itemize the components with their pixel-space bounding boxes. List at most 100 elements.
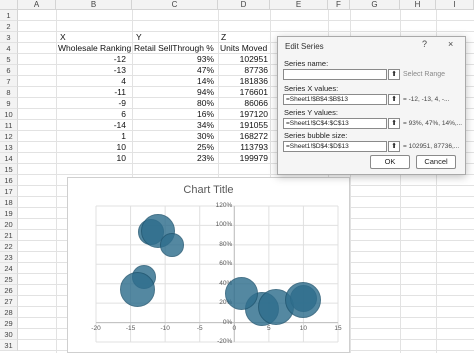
cell-d2[interactable]: Z: [221, 32, 226, 43]
row-header[interactable]: 16: [0, 175, 18, 186]
cell-c2[interactable]: Y: [136, 32, 142, 43]
bubble-point[interactable]: [160, 233, 184, 257]
select-range-hint: Select Range: [403, 71, 446, 78]
row-header[interactable]: 10: [0, 109, 18, 120]
table-cell[interactable]: 25%: [134, 142, 214, 153]
row-header[interactable]: 25: [0, 274, 18, 285]
row-header[interactable]: 19: [0, 208, 18, 219]
table-cell[interactable]: 113793: [220, 142, 268, 153]
bubble-chart[interactable]: Chart Title 120% 100% 80% 60% 40% 20% 0% -20% -2…: [67, 177, 350, 353]
row-header[interactable]: 22: [0, 241, 18, 252]
collapse-dialog-icon[interactable]: ⬆: [388, 69, 400, 80]
table-cell[interactable]: 1: [54, 131, 126, 142]
row-header[interactable]: 23: [0, 252, 18, 263]
row-header[interactable]: 24: [0, 263, 18, 274]
column-header-f[interactable]: F: [328, 0, 350, 10]
collapse-dialog-icon[interactable]: ⬆: [388, 141, 400, 152]
column-header-b[interactable]: B: [56, 0, 132, 10]
row-header[interactable]: 11: [0, 120, 18, 131]
table-cell[interactable]: -13: [54, 65, 126, 76]
edit-series-dialog[interactable]: Edit Series ? × Series name: ⬆ Select Ra…: [277, 36, 466, 175]
row-header[interactable]: 14: [0, 153, 18, 164]
row-header[interactable]: 7: [0, 76, 18, 87]
series-bubble-label: Series bubble size:: [284, 131, 348, 140]
row-header[interactable]: 28: [0, 307, 18, 318]
series-y-preview: = 93%, 47%, 14%,...: [403, 120, 463, 127]
row-header[interactable]: 2: [0, 21, 18, 32]
cell-b2[interactable]: X: [60, 32, 66, 43]
table-cell[interactable]: 6: [54, 109, 126, 120]
table-cell[interactable]: 181836: [220, 76, 268, 87]
cell-c3[interactable]: Retail SellThrough %: [134, 43, 214, 54]
table-cell[interactable]: 199979: [220, 153, 268, 164]
row-header[interactable]: 3: [0, 32, 18, 43]
row-header[interactable]: 18: [0, 197, 18, 208]
table-cell[interactable]: 197120: [220, 109, 268, 120]
table-cell[interactable]: -14: [54, 120, 126, 131]
table-cell[interactable]: 168272: [220, 131, 268, 142]
cell-d3[interactable]: Units Moved: [220, 43, 267, 54]
table-cell[interactable]: 47%: [134, 65, 214, 76]
table-cell[interactable]: 4: [54, 76, 126, 87]
row-header[interactable]: 20: [0, 219, 18, 230]
select-all-corner[interactable]: [0, 0, 18, 10]
row-header[interactable]: 1: [0, 10, 18, 21]
table-cell[interactable]: -12: [54, 54, 126, 65]
series-bubble-input[interactable]: =Sheet1!$D$4:$D$13: [283, 141, 387, 152]
table-cell[interactable]: 10: [54, 142, 126, 153]
table-cell[interactable]: -9: [54, 98, 126, 109]
row-header[interactable]: 8: [0, 87, 18, 98]
spreadsheet-grid[interactable]: A B C D E F G H I 1 2 3 4 5 6 7 8 9 10 11 12 13 14 15 1…: [0, 0, 474, 353]
table-cell[interactable]: 93%: [134, 54, 214, 65]
series-x-input[interactable]: =Sheet1!$B$4:$B$13: [283, 94, 387, 105]
row-header[interactable]: 17: [0, 186, 18, 197]
series-name-input[interactable]: [283, 69, 387, 80]
bubble-point[interactable]: [119, 271, 156, 308]
row-header[interactable]: 5: [0, 54, 18, 65]
table-cell[interactable]: 94%: [134, 87, 214, 98]
table-cell[interactable]: 87736: [220, 65, 268, 76]
row-header[interactable]: 13: [0, 142, 18, 153]
close-icon[interactable]: ×: [448, 39, 453, 49]
row-header[interactable]: 9: [0, 98, 18, 109]
table-cell[interactable]: 23%: [134, 153, 214, 164]
table-cell[interactable]: 80%: [134, 98, 214, 109]
ok-button[interactable]: OK: [370, 155, 410, 169]
row-header[interactable]: 27: [0, 296, 18, 307]
row-header[interactable]: 26: [0, 285, 18, 296]
column-header-d[interactable]: D: [218, 0, 270, 10]
collapse-dialog-icon[interactable]: ⬆: [388, 118, 400, 129]
table-cell[interactable]: 176601: [220, 87, 268, 98]
row-header[interactable]: 6: [0, 65, 18, 76]
column-header-g[interactable]: G: [350, 0, 400, 10]
row-header[interactable]: 29: [0, 318, 18, 329]
column-header-h[interactable]: H: [400, 0, 436, 10]
table-cell[interactable]: 86066: [220, 98, 268, 109]
column-header-c[interactable]: C: [132, 0, 218, 10]
table-cell[interactable]: 16%: [134, 109, 214, 120]
table-cell[interactable]: 34%: [134, 120, 214, 131]
cancel-button[interactable]: Cancel: [416, 155, 456, 169]
table-cell[interactable]: 30%: [134, 131, 214, 142]
help-icon[interactable]: ?: [422, 39, 427, 49]
column-header-e[interactable]: E: [270, 0, 328, 10]
column-header-i[interactable]: I: [436, 0, 474, 10]
bubble-point[interactable]: [224, 276, 258, 310]
row-header[interactable]: 30: [0, 329, 18, 340]
y-tick-label: -20%: [217, 338, 233, 345]
table-cell[interactable]: 14%: [134, 76, 214, 87]
table-cell[interactable]: 191055: [220, 120, 268, 131]
table-cell[interactable]: 102951: [220, 54, 268, 65]
row-header[interactable]: 12: [0, 131, 18, 142]
y-tick-label: 100%: [215, 221, 233, 229]
column-header-a[interactable]: A: [18, 0, 56, 10]
row-header[interactable]: 21: [0, 230, 18, 241]
series-y-input[interactable]: =Sheet1!$C$4:$C$13: [283, 118, 387, 129]
cell-b3[interactable]: Wholesale Ranking: [58, 43, 131, 54]
row-header[interactable]: 15: [0, 164, 18, 175]
table-cell[interactable]: 10: [54, 153, 126, 164]
table-cell[interactable]: -11: [54, 87, 126, 98]
row-header[interactable]: 31: [0, 340, 18, 351]
row-header[interactable]: 4: [0, 43, 18, 54]
collapse-dialog-icon[interactable]: ⬆: [388, 94, 400, 105]
